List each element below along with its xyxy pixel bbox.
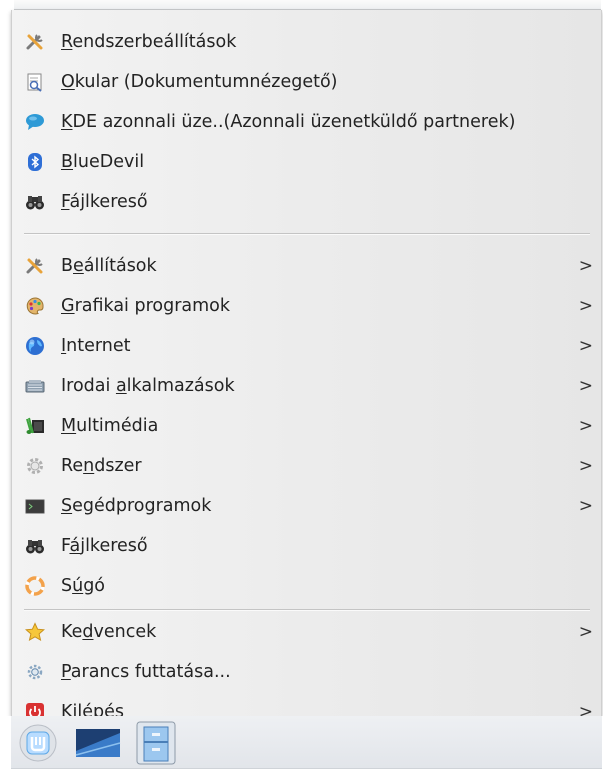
menu-item-categories-8[interactable]: Súgó — [12, 566, 601, 606]
accelerator-key: d — [82, 622, 94, 642]
menu-item-label: Fájlkereső — [61, 536, 148, 556]
menu-item-label: KDE azonnali üze..(Azonnali üzenetküldő … — [61, 112, 516, 132]
menu-item-label: Irodai alkalmazások — [61, 376, 235, 396]
accelerator-key: K — [61, 112, 73, 132]
menu-item-footer-1[interactable]: Parancs futtatása... — [12, 652, 601, 692]
lifebuoy-icon — [25, 576, 45, 596]
accelerator-key: G — [61, 296, 75, 316]
chat-bubble-icon — [25, 112, 45, 132]
menu-item-label: Súgó — [61, 576, 106, 596]
terminal-icon — [25, 496, 45, 516]
accelerator-key: P — [61, 662, 71, 682]
accelerator-key: B — [61, 152, 74, 172]
tools-icon — [25, 256, 45, 276]
accelerator-key: O — [61, 72, 75, 92]
menu-item-label: Internet — [61, 336, 131, 356]
submenu-arrow-icon: > — [578, 622, 593, 642]
submenu-arrow-icon: > — [578, 416, 593, 436]
accelerator-key: ú — [72, 576, 84, 596]
file-manager-icon[interactable] — [135, 721, 177, 765]
binoculars-icon — [25, 536, 45, 556]
menu-item-favorites-4[interactable]: Fájlkereső — [12, 182, 601, 222]
app-launcher-icon[interactable] — [18, 721, 58, 765]
menu-item-label: BlueDevil — [61, 152, 145, 172]
accelerator-key: n — [83, 456, 95, 476]
accelerator-key: á — [69, 536, 81, 556]
menu-item-label: Kedvencek — [61, 622, 157, 642]
accelerator-key: e — [73, 256, 84, 276]
menu-item-footer-0[interactable]: Kedvencek > — [12, 612, 601, 652]
menu-item-categories-6[interactable]: Segédprogramok > — [12, 486, 601, 526]
menu-item-label: Beállítások — [61, 256, 157, 276]
menu-item-categories-2[interactable]: Internet > — [12, 326, 601, 366]
system-gear-icon — [25, 456, 45, 476]
submenu-arrow-icon: > — [578, 296, 593, 316]
palette-icon — [25, 296, 45, 316]
menu-item-label: Segédprogramok — [61, 496, 212, 516]
menu-item-categories-3[interactable]: Irodai alkalmazások > — [12, 366, 601, 406]
run-gear-icon — [25, 662, 45, 682]
menu-separator — [24, 233, 590, 235]
menu-item-categories-4[interactable]: Multimédia > — [12, 406, 601, 446]
submenu-arrow-icon: > — [578, 256, 593, 276]
tools-icon — [25, 32, 45, 52]
menu-separator — [24, 609, 590, 611]
submenu-arrow-icon: > — [578, 496, 593, 516]
menu-item-label: Rendszerbeállítások — [61, 32, 237, 52]
binoculars-icon — [25, 192, 45, 212]
desktop-icon[interactable] — [73, 721, 123, 765]
menu-item-categories-7[interactable]: Fájlkereső — [12, 526, 601, 566]
menu-item-favorites-3[interactable]: BlueDevil — [12, 142, 601, 182]
menu-item-label: Fájlkereső — [61, 192, 148, 212]
submenu-arrow-icon: > — [578, 376, 593, 396]
accelerator-key: S — [61, 496, 73, 516]
star-icon — [25, 622, 45, 642]
menu-item-categories-0[interactable]: Beállítások > — [12, 246, 601, 286]
menu-item-label: Rendszer — [61, 456, 142, 476]
okular-icon — [25, 72, 45, 92]
menu-item-label: Parancs futtatása... — [61, 662, 231, 682]
submenu-arrow-icon: > — [578, 456, 593, 476]
accelerator-key: a — [115, 376, 127, 396]
globe-icon — [25, 336, 45, 356]
menu-item-label: Multimédia — [61, 416, 159, 436]
office-icon — [25, 376, 45, 396]
top-window-edge — [0, 0, 603, 10]
menu-item-categories-5[interactable]: Rendszer > — [12, 446, 601, 486]
multimedia-icon — [25, 416, 45, 436]
menu-item-favorites-2[interactable]: KDE azonnali üze..(Azonnali üzenetküldő … — [12, 102, 601, 142]
accelerator-key: R — [61, 32, 73, 52]
taskbar — [11, 716, 602, 769]
application-menu: Rendszerbeállítások Okular (Dokumentumnéz… — [11, 10, 602, 722]
accelerator-key: M — [61, 416, 77, 436]
bluetooth-icon — [25, 152, 45, 172]
menu-item-label: Okular (Dokumentumnézegető) — [61, 72, 338, 92]
menu-item-favorites-0[interactable]: Rendszerbeállítások — [12, 22, 601, 62]
submenu-arrow-icon: > — [578, 336, 593, 356]
menu-item-label: Grafikai programok — [61, 296, 231, 316]
menu-item-favorites-1[interactable]: Okular (Dokumentumnézegető) — [12, 62, 601, 102]
menu-item-categories-1[interactable]: Grafikai programok > — [12, 286, 601, 326]
bottom-panel — [0, 716, 603, 772]
